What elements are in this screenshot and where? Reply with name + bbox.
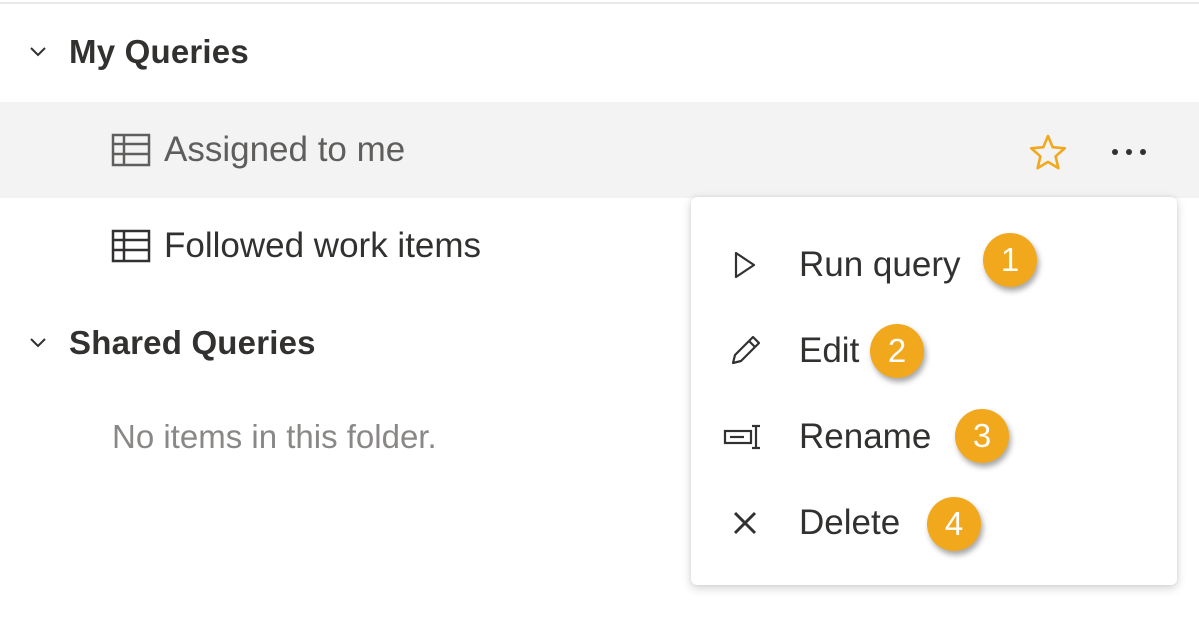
menu-item-edit[interactable]: Edit (691, 308, 1177, 394)
rename-icon (719, 415, 771, 459)
close-icon (719, 501, 771, 545)
callout-badge-3: 3 (955, 409, 1009, 463)
menu-item-rename[interactable]: Rename (691, 394, 1177, 480)
empty-folder-message: No items in this folder. (112, 418, 437, 455)
top-divider (0, 0, 1199, 4)
callout-badge-4: 4 (927, 497, 981, 551)
folder-shared-queries[interactable]: Shared Queries (0, 313, 316, 373)
menu-item-label: Delete (799, 503, 901, 542)
query-item-assigned-to-me[interactable]: Assigned to me (0, 102, 1199, 198)
more-options-icon[interactable] (1104, 130, 1154, 174)
table-icon (110, 228, 152, 264)
menu-item-label: Run query (799, 245, 961, 284)
callout-badge-2: 2 (870, 324, 924, 378)
table-icon (110, 132, 152, 168)
folder-title: My Queries (69, 33, 249, 70)
menu-item-run-query[interactable]: Run query (691, 222, 1177, 308)
pencil-icon (719, 329, 771, 373)
folder-my-queries[interactable]: My Queries (0, 22, 249, 82)
menu-item-label: Rename (799, 417, 932, 456)
chevron-down-icon[interactable] (28, 42, 48, 62)
query-label: Followed work items (164, 226, 482, 265)
query-label: Assigned to me (164, 130, 406, 169)
callout-badge-1: 1 (983, 233, 1037, 287)
play-icon (719, 243, 771, 287)
folder-title: Shared Queries (69, 324, 316, 361)
star-icon[interactable] (1026, 130, 1070, 174)
chevron-down-icon[interactable] (28, 333, 48, 353)
menu-item-label: Edit (799, 331, 860, 370)
